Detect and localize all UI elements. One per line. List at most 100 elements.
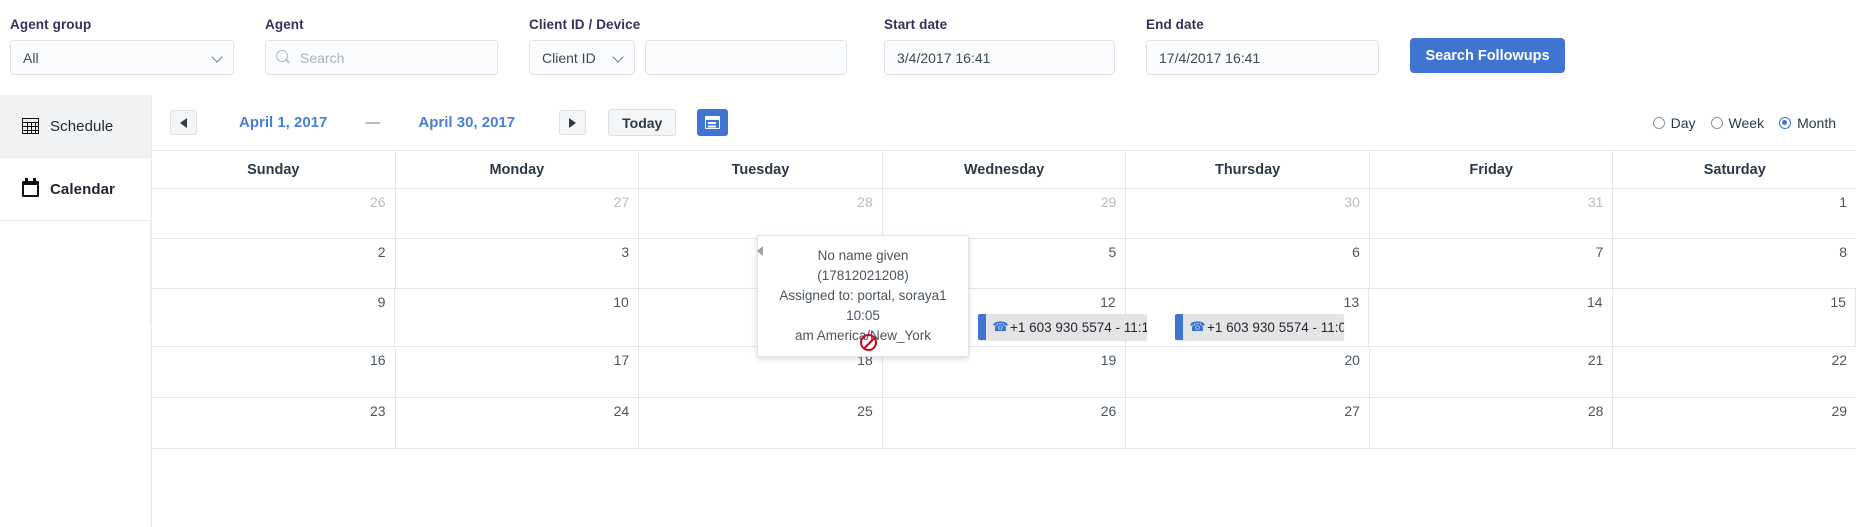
datepicker-button[interactable] xyxy=(697,109,728,136)
day-number: 24 xyxy=(396,403,630,419)
day-number: 17 xyxy=(396,352,630,368)
range-dash: — xyxy=(365,114,380,131)
day-number: 30 xyxy=(1126,194,1360,210)
week-row: 2 3 4 5 6 7 8 xyxy=(152,239,1856,289)
day-cell[interactable]: 8 xyxy=(1613,239,1856,288)
day-cell[interactable]: 25 xyxy=(639,398,883,448)
day-cell[interactable]: 27 xyxy=(1126,398,1370,448)
next-period-button[interactable] xyxy=(559,110,586,135)
sidebar-item-schedule[interactable]: Schedule xyxy=(0,95,151,158)
view-option-month[interactable]: Month xyxy=(1779,115,1836,131)
search-followups-button[interactable]: Search Followups xyxy=(1410,38,1565,73)
week-row: 23 24 25 26 27 28 29 xyxy=(152,398,1856,449)
day-number: 25 xyxy=(639,403,873,419)
calendar-icon xyxy=(705,116,720,129)
day-cell[interactable]: 29 xyxy=(883,189,1127,238)
filter-toolbar: Agent group All Agent Search Client ID /… xyxy=(0,0,1856,92)
day-number: 13 xyxy=(1126,294,1359,310)
tooltip-caret-icon xyxy=(757,246,763,256)
day-cell[interactable]: 28 xyxy=(1370,398,1614,448)
day-number: 29 xyxy=(1613,403,1847,419)
chevron-down-icon xyxy=(212,52,223,63)
weekday-thursday: Thursday xyxy=(1126,151,1370,188)
start-date-field: Start date 3/4/2017 16:41 xyxy=(884,17,1115,75)
day-cell[interactable]: 20 xyxy=(1126,347,1370,397)
day-cell[interactable]: 24 xyxy=(396,398,640,448)
day-cell[interactable]: 9 xyxy=(152,289,395,346)
day-cell[interactable]: 15 xyxy=(1613,289,1856,346)
range-end-label[interactable]: April 30, 2017 xyxy=(418,114,515,131)
day-cell[interactable]: 26 xyxy=(883,398,1127,448)
event-chip[interactable]: ☎ +1 603 930 5574 - 11:00 xyxy=(1175,314,1344,340)
day-cell[interactable]: 3 xyxy=(396,239,640,288)
client-type-select[interactable]: Client ID xyxy=(529,40,635,75)
day-number: 15 xyxy=(1613,294,1846,310)
prev-period-button[interactable] xyxy=(170,110,197,135)
week-row: 9 10 11 12 13 14 15 ☎ +1 781 202 1208 - … xyxy=(152,289,1856,347)
agent-group-select[interactable]: All xyxy=(10,40,234,75)
grid-icon xyxy=(22,118,39,134)
view-mode-options: Day Week Month xyxy=(1653,95,1836,151)
sidebar: Schedule Calendar xyxy=(0,95,151,527)
sidebar-item-calendar[interactable]: Calendar xyxy=(0,158,151,221)
start-date-label: Start date xyxy=(884,17,1115,32)
day-number: 22 xyxy=(1613,352,1847,368)
radio-week-icon[interactable] xyxy=(1711,117,1723,129)
view-option-week-label: Week xyxy=(1729,115,1765,131)
event-chip[interactable]: ☎ +1 603 930 5574 - 11:10 xyxy=(978,314,1147,340)
day-cell[interactable]: 17 xyxy=(396,347,640,397)
radio-day-icon[interactable] xyxy=(1653,117,1665,129)
day-cell[interactable]: 6 xyxy=(1126,239,1370,288)
agent-search-wrap[interactable]: Search xyxy=(265,40,498,75)
day-number: 29 xyxy=(883,194,1117,210)
day-cell[interactable]: 7 xyxy=(1370,239,1614,288)
day-cell[interactable]: 21 xyxy=(1370,347,1614,397)
day-cell[interactable]: 14 xyxy=(1369,289,1612,346)
day-cell[interactable]: 22 xyxy=(1613,347,1856,397)
day-number: 31 xyxy=(1370,194,1604,210)
view-option-day-label: Day xyxy=(1671,115,1696,131)
day-number: 27 xyxy=(1126,403,1360,419)
view-option-week[interactable]: Week xyxy=(1711,115,1765,131)
day-number: 14 xyxy=(1369,294,1602,310)
day-cell[interactable]: 2 xyxy=(152,239,396,288)
day-number: 23 xyxy=(152,403,386,419)
sidebar-filler xyxy=(0,221,151,325)
range-start-label[interactable]: April 1, 2017 xyxy=(239,114,327,131)
day-number: 3 xyxy=(396,244,630,260)
weekday-friday: Friday xyxy=(1370,151,1614,188)
end-date-input[interactable]: 17/4/2017 16:41 xyxy=(1146,40,1379,75)
day-cell[interactable]: 1 xyxy=(1613,189,1856,238)
day-number: 21 xyxy=(1370,352,1604,368)
day-number: 1 xyxy=(1613,194,1847,210)
day-cell[interactable]: 29 xyxy=(1613,398,1856,448)
agent-field: Agent Search xyxy=(265,17,498,75)
chevron-down-icon xyxy=(613,52,624,63)
weekday-sunday: Sunday xyxy=(152,151,396,188)
day-cell[interactable]: 26 xyxy=(152,189,396,238)
client-id-device-field: Client ID / Device Client ID xyxy=(529,17,847,75)
day-cell[interactable]: 16 xyxy=(152,347,396,397)
agent-search-input[interactable]: Search xyxy=(300,50,344,66)
client-id-input[interactable] xyxy=(645,40,847,75)
view-option-month-label: Month xyxy=(1797,115,1836,131)
day-cell[interactable]: 27 xyxy=(396,189,640,238)
day-cell[interactable]: 10 xyxy=(395,289,638,346)
day-cell[interactable]: 30 xyxy=(1126,189,1370,238)
day-cell[interactable]: 31 xyxy=(1370,189,1614,238)
tooltip-line-1: No name given (17812021208) xyxy=(772,246,954,286)
day-cell[interactable]: 28 xyxy=(639,189,883,238)
client-id-device-label: Client ID / Device xyxy=(529,17,847,32)
client-type-value: Client ID xyxy=(542,50,596,66)
search-icon xyxy=(276,50,291,65)
day-cell[interactable]: 23 xyxy=(152,398,396,448)
chevron-left-icon xyxy=(180,118,187,128)
view-option-day[interactable]: Day xyxy=(1653,115,1696,131)
start-date-input[interactable]: 3/4/2017 16:41 xyxy=(884,40,1115,75)
today-button[interactable]: Today xyxy=(608,109,676,136)
week-row: 16 17 18 19 20 21 22 xyxy=(152,347,1856,398)
day-number: 7 xyxy=(1370,244,1604,260)
radio-month-icon[interactable] xyxy=(1779,117,1791,129)
weekday-saturday: Saturday xyxy=(1613,151,1856,188)
phone-icon: ☎ xyxy=(993,319,1008,335)
